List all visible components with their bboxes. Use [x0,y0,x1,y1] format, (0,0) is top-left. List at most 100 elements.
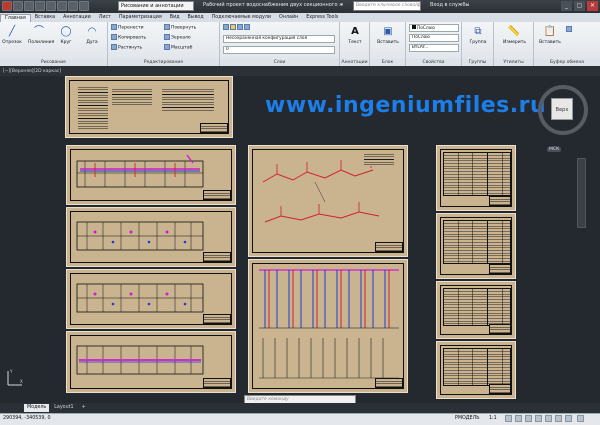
tab-model[interactable]: Модель [24,404,50,412]
group-icon: ⧉ [474,26,482,37]
lock-ui-icon[interactable] [535,415,542,422]
watermark-text: www.ingeniumfiles.ru [265,93,547,118]
tab-online[interactable]: Онлайн [275,14,302,22]
close-button[interactable]: ✕ [587,1,598,11]
linetype-combo[interactable]: ПоСлою [409,34,459,42]
new-icon[interactable] [13,1,23,11]
viewcube-top-face[interactable]: Верх [551,98,573,120]
clean-screen-icon[interactable] [565,415,572,422]
cursor-coordinates: 290394, -340539, 0 [3,416,51,421]
tab-plugins[interactable]: Подключаемые модули [208,14,275,22]
insert-block-button[interactable]: ▣ Вставить [377,24,399,57]
title-block [489,324,511,334]
maximize-button[interactable]: ▢ [574,1,585,11]
model-space-toggle[interactable]: РМОДЕЛЬ [455,416,479,421]
viewport-controls-label[interactable]: [−][Верхняя][2D каркас] [3,69,61,74]
mirror-label: Зеркало [171,35,191,41]
rotate-label: Повернуть [171,25,197,31]
tab-home[interactable]: Главная [0,14,31,22]
tab-parametric[interactable]: Параметризация [115,14,166,22]
modify-panel-label[interactable]: Редактирование [108,59,219,66]
tab-annotate[interactable]: Аннотации [59,14,95,22]
minimize-button[interactable]: _ [561,1,572,11]
clipboard-panel-label[interactable]: Буфер обмена [534,59,600,66]
properties-panel-label[interactable]: Свойства [406,59,461,66]
annotation-panel-label[interactable]: Аннотации [340,59,369,66]
app-menu-icon[interactable] [2,1,12,11]
wcs-menu[interactable]: МСК [547,147,562,152]
tab-express-tools[interactable]: Express Tools [302,14,342,22]
paste-button[interactable]: 📋 Вставить [539,24,561,57]
arc-button[interactable]: ◠ Дуга [81,24,103,57]
group-button[interactable]: ⧉ Группа [467,24,489,57]
help-search-input[interactable]: Введите ключевое слово/фразу [353,1,421,11]
tab-sheet[interactable]: Лист [95,14,115,22]
undo-icon[interactable] [68,1,78,11]
customization-icon[interactable] [577,415,584,422]
title-block [489,196,511,206]
copy-button[interactable]: Копировать [111,34,146,42]
measure-label: Измерить [503,40,526,45]
plan-sheet [66,331,236,393]
workspace-switch-icon[interactable] [525,415,532,422]
text-button[interactable]: A Текст [344,24,366,57]
text-label: Текст [348,40,362,45]
polyline-button[interactable]: ⌒ Полилиния [28,24,54,57]
scale-button[interactable]: Масштаб [164,44,192,52]
annotation-panel: A Текст Аннотации [340,22,370,66]
workspace-select[interactable]: Рисование и аннотации [118,1,194,11]
tab-view[interactable]: Вид [166,14,184,22]
sheet-text-block [78,85,108,129]
save-icon[interactable] [35,1,45,11]
utilities-panel-label[interactable]: Утилиты [494,59,533,66]
measure-button[interactable]: 📏 Измерить [503,24,526,57]
annotation-scale[interactable]: 1:1 [489,416,497,421]
draw-panel-label[interactable]: Рисование [0,59,107,66]
tab-insert[interactable]: Вставка [31,14,59,22]
title-block [203,314,231,324]
sheet-text-block [364,152,394,166]
copy-clip-button[interactable] [566,26,573,34]
spec-sheet [436,281,516,339]
scale-icon [164,44,170,50]
isolate-objects-icon[interactable] [545,415,552,422]
current-layer-combo[interactable]: 0 [223,46,335,54]
stretch-label: Растянуть [118,45,143,51]
redo-icon[interactable] [79,1,89,11]
lineweight-combo[interactable]: BYLAY... [409,44,459,52]
color-combo[interactable]: ПоСлою [409,24,459,32]
title-block [203,252,231,262]
ucs-icon: Y X [7,369,23,386]
move-button[interactable]: Перенести [111,24,144,32]
hardware-acceleration-icon[interactable] [555,415,562,422]
spec-sheet [436,213,516,279]
stretch-button[interactable]: Растянуть [111,44,142,52]
annotation-visibility-icon[interactable] [505,415,512,422]
mirror-button[interactable]: Зеркало [164,34,191,42]
layer-state-combo[interactable]: Несохраненная конфигурация слоя [223,35,335,43]
groups-panel-label[interactable]: Группы [462,59,493,66]
save-as-icon[interactable] [46,1,56,11]
drawing-viewport[interactable] [0,76,600,403]
modify-panel: Перенести Повернуть Копировать Зеркало Р… [108,22,220,66]
layer-lock-icon[interactable] [244,24,250,30]
circle-button[interactable]: ◯ Круг [55,24,77,57]
print-icon[interactable] [57,1,67,11]
add-layout-button[interactable]: + [79,404,89,412]
line-button[interactable]: ╱ Отрезок [1,24,23,57]
block-panel-label[interactable]: Блок [370,59,405,66]
tab-output[interactable]: Вывод [184,14,208,22]
layer-properties-icon[interactable] [223,24,229,30]
autoscale-icon[interactable] [515,415,522,422]
tab-layout1[interactable]: Layout1 [51,404,76,412]
layer-freeze-icon[interactable] [237,24,243,30]
copy-clip-icon [566,26,572,32]
signin-link[interactable]: Вход в службы [430,2,469,8]
navigation-bar[interactable] [577,158,586,228]
open-icon[interactable] [24,1,34,11]
layers-panel-label[interactable]: Слои [220,59,339,66]
title-block [489,264,511,274]
rotate-button[interactable]: Повернуть [164,24,196,32]
circle-icon: ◯ [60,26,72,37]
layer-on-icon[interactable] [230,24,236,30]
